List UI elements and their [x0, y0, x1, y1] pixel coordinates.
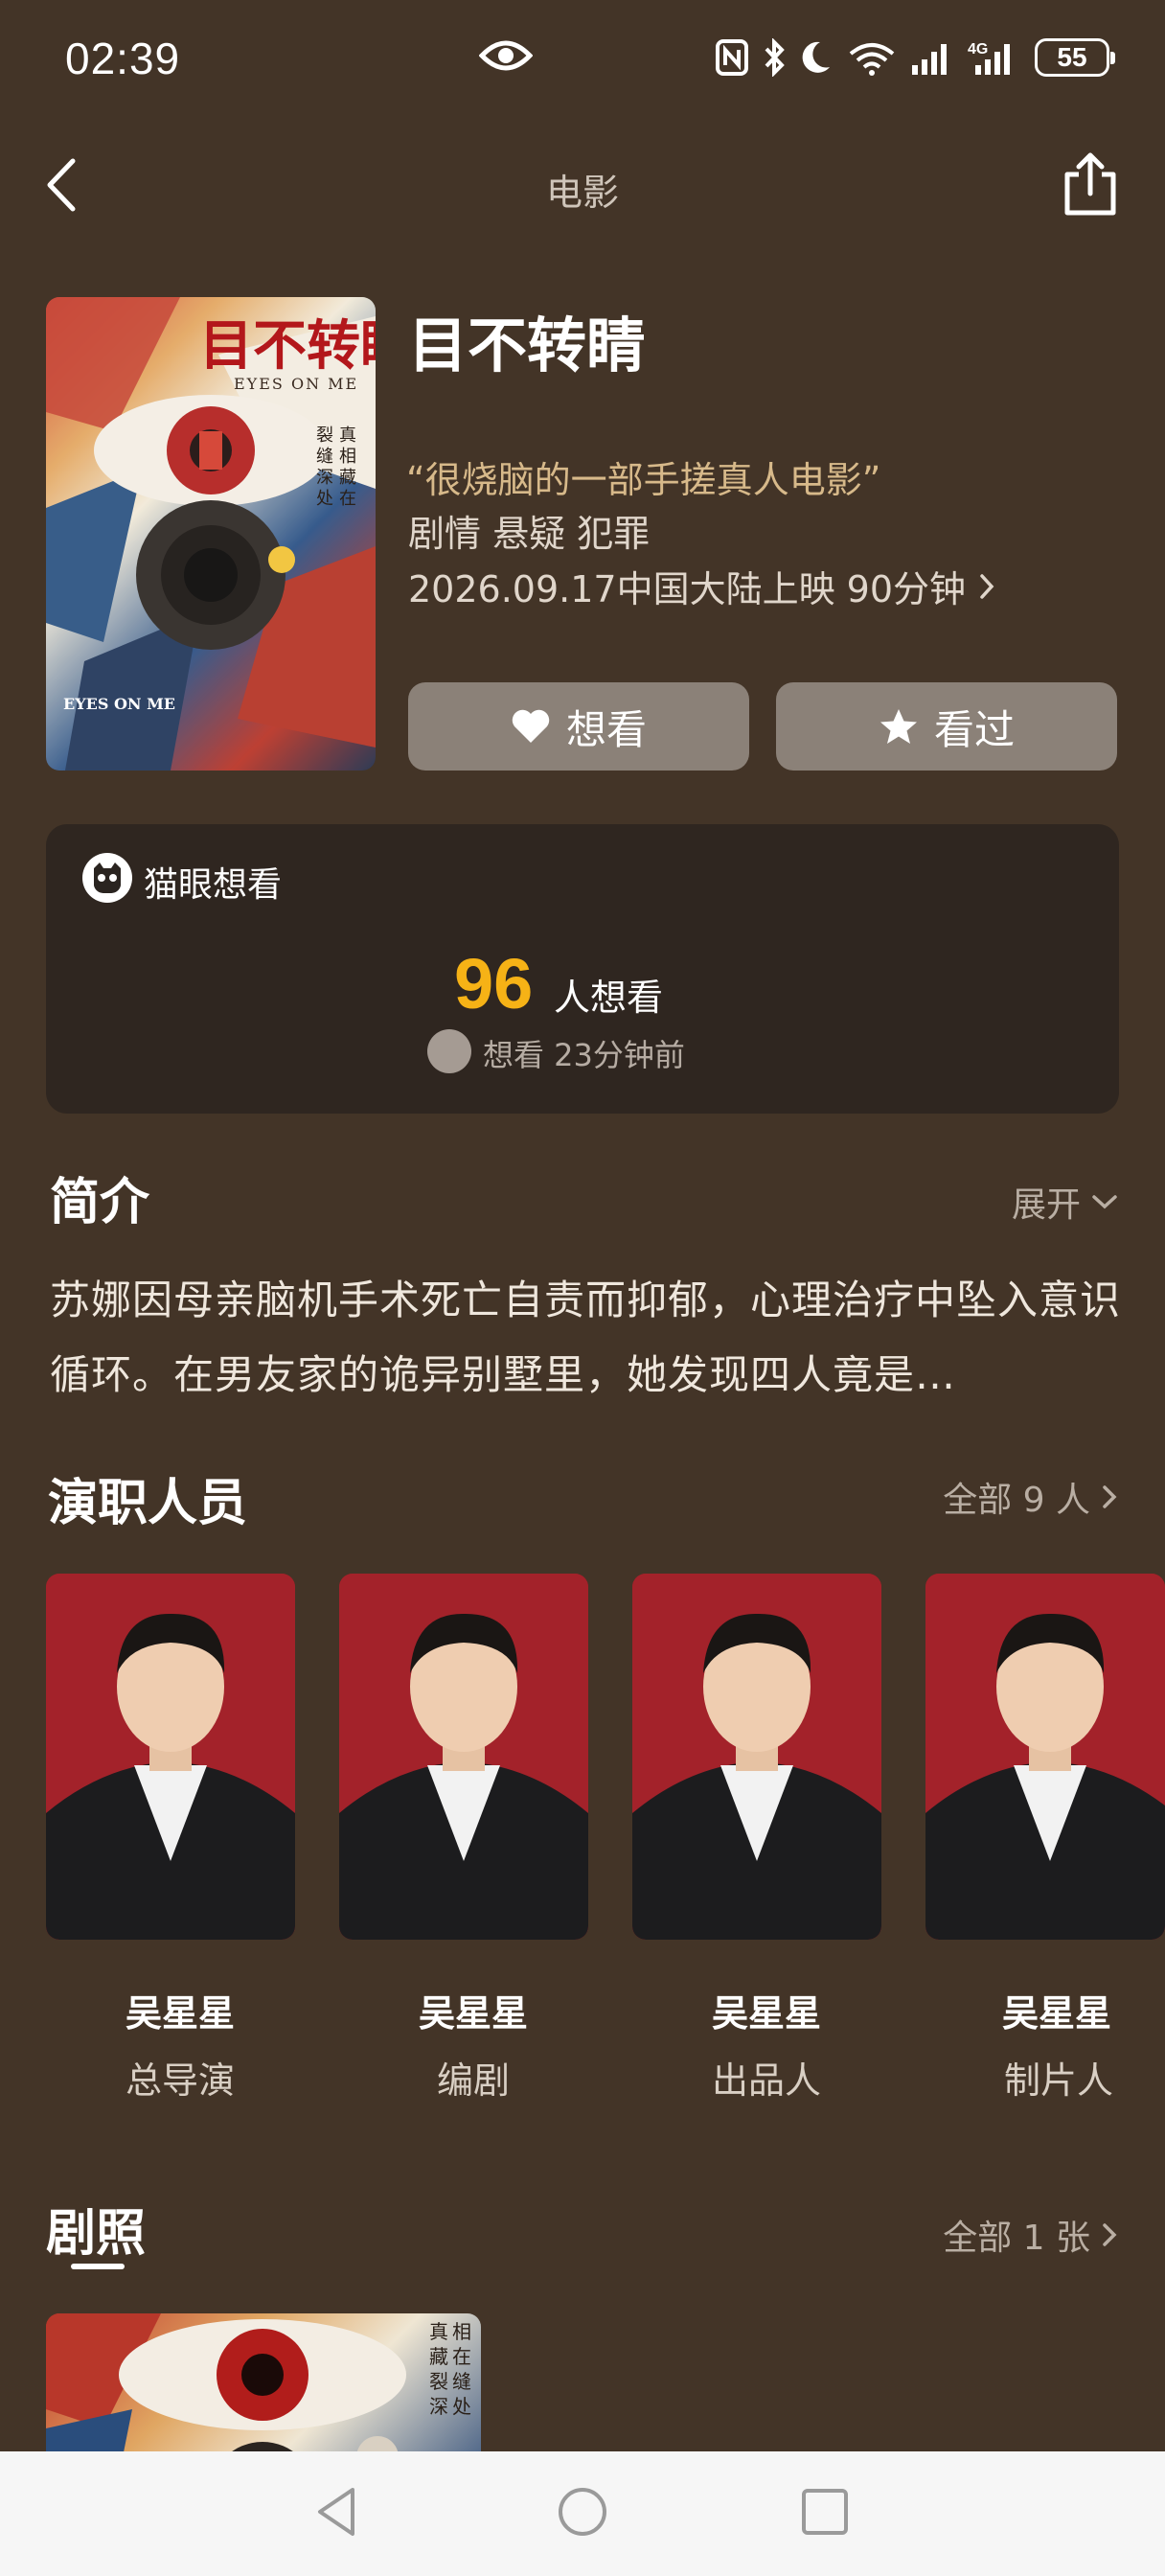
cast-role: 编剧	[436, 2059, 510, 2102]
star-icon	[879, 709, 917, 744]
svg-text:目不转睛: 目不转睛	[199, 314, 376, 378]
movie-genres: 剧情 悬疑 犯罪	[408, 513, 651, 555]
svg-text:真: 真	[429, 2320, 448, 2343]
stills-all-label: 全部 1 张	[943, 2219, 1090, 2258]
svg-text:在: 在	[452, 2345, 471, 2368]
cast-name: 吴星星	[711, 1992, 821, 2035]
svg-text:相: 相	[339, 447, 356, 467]
chevron-right-icon	[980, 573, 994, 599]
chevron-right-icon	[1103, 2223, 1117, 2246]
nav-home-circle-icon[interactable]	[549, 2478, 616, 2545]
cast-name: 吴星星	[1002, 1992, 1112, 2035]
watched-button[interactable]: 看过	[776, 682, 1117, 770]
cast-name: 吴星星	[125, 1992, 235, 2035]
signal-icon	[912, 44, 947, 75]
battery-indicator: 55	[1035, 38, 1115, 77]
svg-text:藏: 藏	[429, 2345, 448, 2368]
signal-4g-icon: 4G	[968, 41, 1010, 75]
svg-text:4G: 4G	[968, 41, 988, 58]
status-time: 02:39	[65, 34, 181, 83]
bluetooth-icon	[765, 38, 785, 77]
maoyan-label: 猫眼想看	[144, 865, 283, 905]
cast-portrait	[339, 1574, 588, 1940]
cast-role: 制片人	[1004, 2059, 1114, 2102]
moon-icon	[802, 41, 830, 73]
cast-role: 总导演	[125, 2059, 235, 2102]
svg-text:缝: 缝	[452, 2370, 471, 2393]
movie-poster[interactable]: 目不转睛 EYES ON ME EYES ON ME 真 相 藏 在 裂 缝 深…	[46, 297, 376, 770]
eye-icon	[479, 40, 533, 71]
nav-back-triangle-icon[interactable]	[305, 2478, 372, 2545]
synopsis-text: 苏娜因母亲脑机手术死亡自责而抑郁，心理治疗中坠入意识循环。在男友家的诡异别墅里，…	[50, 1276, 1122, 1398]
cast-portrait	[632, 1574, 881, 1940]
svg-text:EYES ON ME: EYES ON ME	[234, 375, 358, 393]
svg-text:深: 深	[316, 468, 333, 488]
svg-text:在: 在	[339, 489, 356, 509]
expand-label: 展开	[1011, 1185, 1081, 1225]
cast-photo[interactable]	[46, 1574, 295, 1940]
cast-portrait	[925, 1574, 1165, 1940]
movie-release-info[interactable]: 2026.09.17中国大陆上映 90分钟	[408, 560, 996, 612]
movie-tagline: “很烧脑的一部手搓真人电影”	[406, 459, 881, 501]
maoyan-cat-icon	[82, 853, 132, 903]
heart-icon	[512, 709, 550, 743]
want-count-unit: 人想看	[554, 977, 664, 1019]
cast-photo[interactable]	[339, 1574, 588, 1940]
stills-title: 剧照	[46, 2205, 147, 2263]
status-icons: 4G 55	[715, 34, 1115, 80]
movie-title: 目不转睛	[408, 310, 647, 380]
synopsis-title: 简介	[50, 1174, 150, 1231]
svg-text:处: 处	[452, 2395, 471, 2418]
wifi-icon	[849, 43, 895, 76]
cast-all-label: 全部 9 人	[943, 1481, 1090, 1520]
want-count: 96	[454, 944, 534, 1024]
cast-title: 演职人员	[48, 1475, 248, 1532]
expand-synopsis-button[interactable]: 展开	[1012, 1177, 1119, 1227]
recent-want-text: 想看 23分钟前	[483, 1037, 685, 1073]
svg-text:EYES ON ME: EYES ON ME	[63, 695, 175, 713]
stills-underline	[71, 2264, 125, 2269]
svg-text:裂: 裂	[316, 426, 333, 446]
svg-text:真: 真	[339, 426, 356, 446]
chevron-right-icon	[1103, 1485, 1117, 1508]
nav-recents-square-icon[interactable]	[791, 2478, 858, 2545]
svg-text:裂: 裂	[429, 2370, 448, 2393]
poster-art: 目不转睛 EYES ON ME EYES ON ME 真 相 藏 在 裂 缝 深…	[46, 297, 376, 770]
chevron-down-icon	[1092, 1195, 1117, 1209]
svg-text:相: 相	[452, 2320, 471, 2343]
svg-text:缝: 缝	[316, 447, 333, 467]
share-icon[interactable]	[1060, 150, 1121, 218]
svg-text:处: 处	[316, 489, 333, 509]
nfc-icon	[716, 39, 748, 76]
cast-role: 出品人	[711, 2059, 821, 2102]
nav-title: 电影	[545, 172, 619, 214]
avatar	[427, 1029, 471, 1073]
want-button-label: 想看	[565, 705, 647, 753]
stills-all-link[interactable]: 全部 1 张	[943, 2210, 1119, 2260]
want-to-watch-button[interactable]: 想看	[408, 682, 749, 770]
cast-photo[interactable]	[925, 1574, 1165, 1940]
release-text: 2026.09.17中国大陆上映 90分钟	[408, 568, 967, 610]
cast-all-link[interactable]: 全部 9 人	[943, 1472, 1119, 1522]
cast-name: 吴星星	[418, 1992, 528, 2035]
svg-text:深: 深	[429, 2395, 448, 2418]
seen-button-label: 看过	[933, 705, 1015, 753]
cast-photo[interactable]	[632, 1574, 881, 1940]
svg-text:藏: 藏	[339, 468, 356, 488]
cast-portrait	[46, 1574, 295, 1940]
